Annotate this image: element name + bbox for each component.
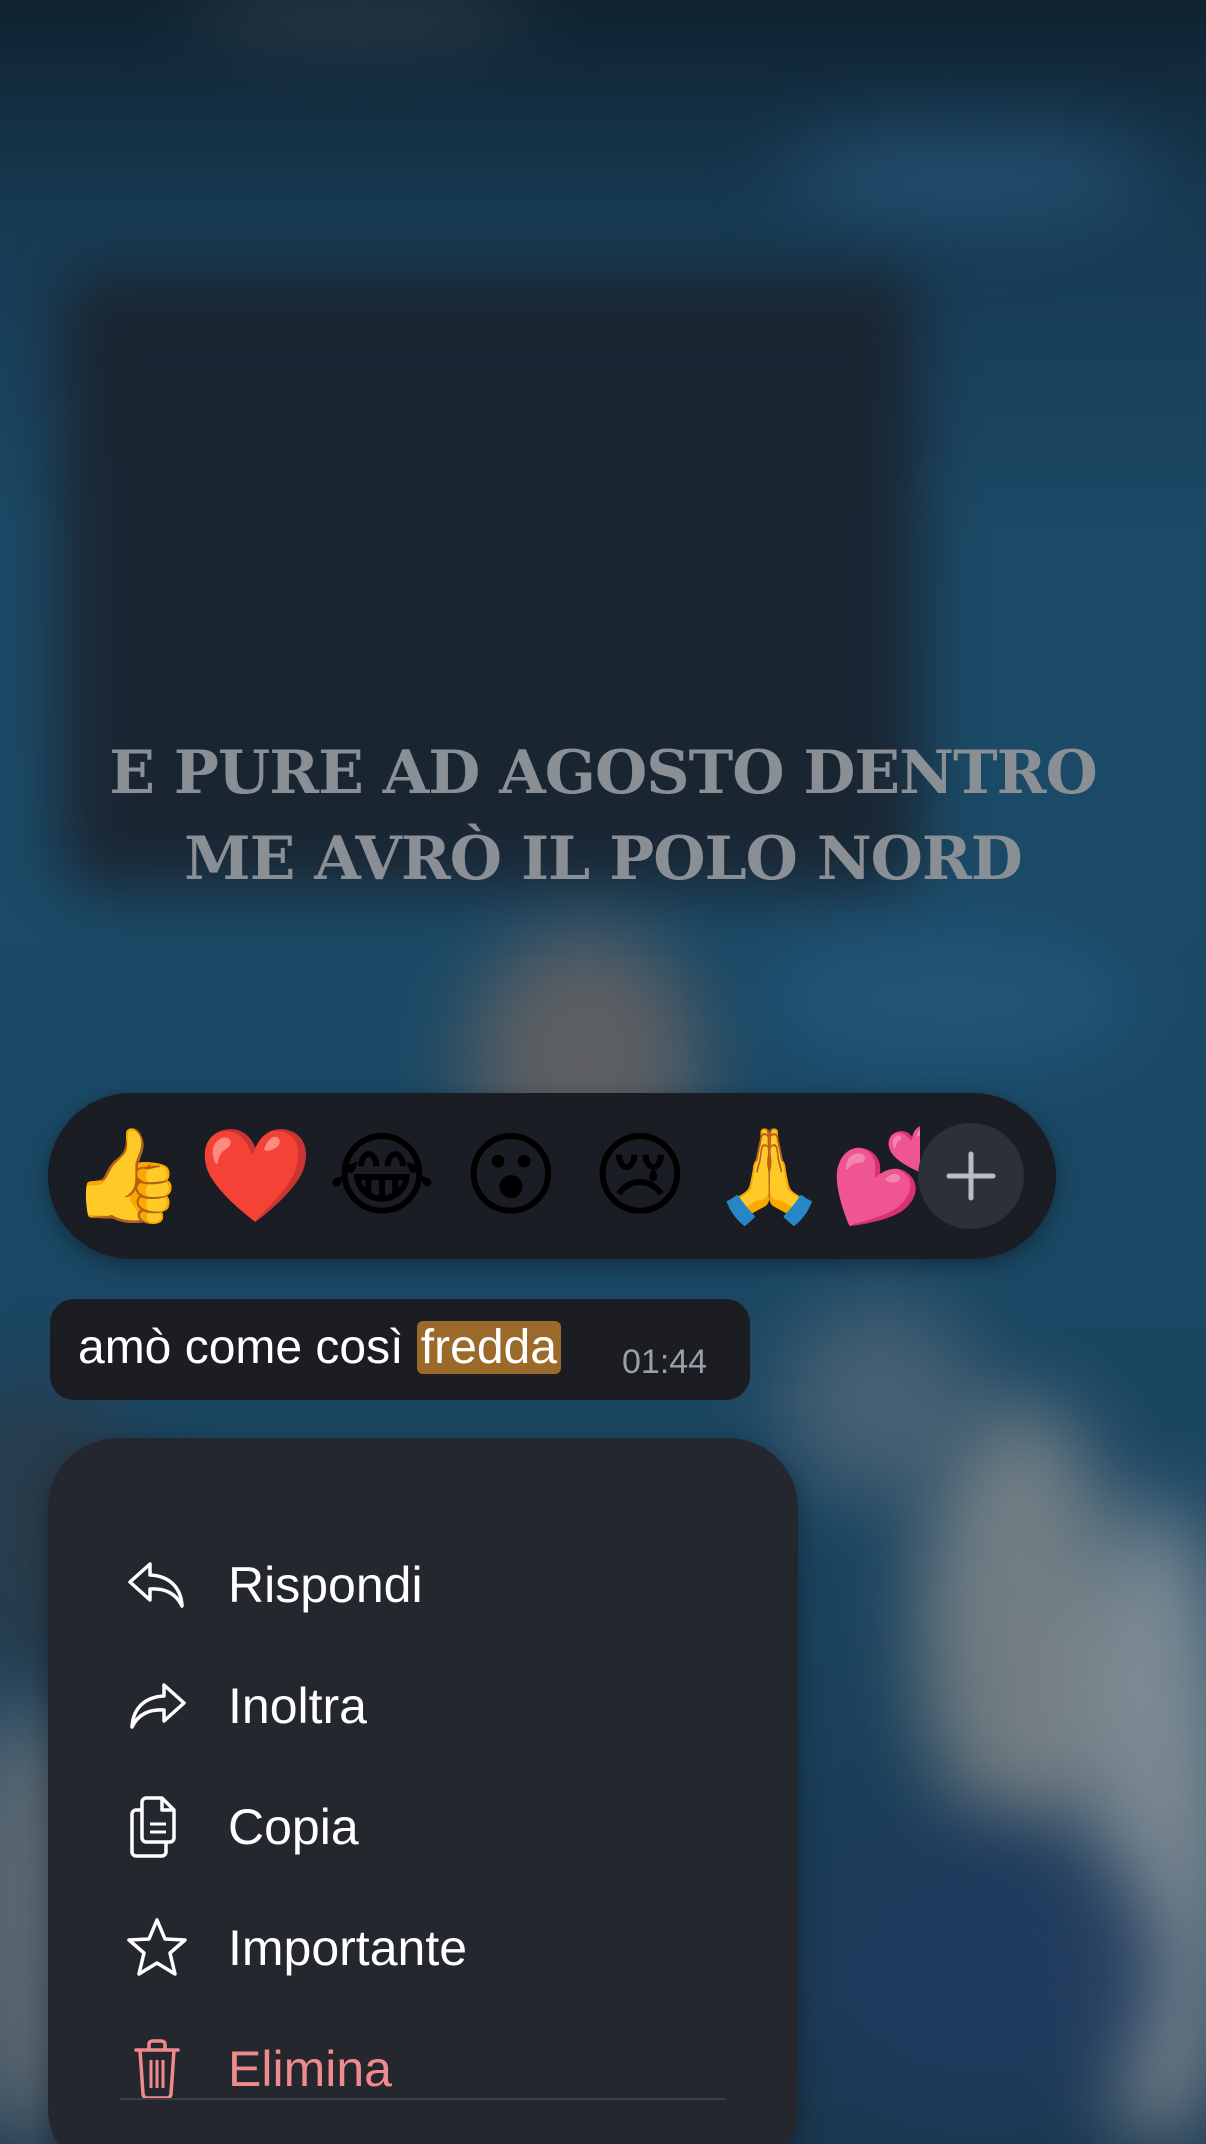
background-blur-shape (780, 130, 1160, 220)
reaction-surprised-face[interactable]: 😮 (456, 1121, 566, 1231)
background-quote: E PURE AD AGOSTO DENTRO ME AVRÒ IL POLO … (0, 730, 1206, 902)
quote-line: ME AVRÒ IL POLO NORD (184, 824, 1023, 894)
reaction-two-hearts[interactable]: 💕 (830, 1121, 920, 1231)
menu-label-copy: Copia (228, 1799, 359, 1855)
background-blur-shape (180, 0, 540, 40)
reaction-tears-of-joy[interactable]: 😂 (327, 1121, 437, 1231)
reaction-bar: 👍 ❤️ 😂 😮 😢 🙏 💕 (48, 1093, 1056, 1259)
menu-item-delete[interactable]: Elimina (48, 2014, 798, 2124)
message-text: amò come così fredda (78, 1315, 561, 1381)
more-reactions-button[interactable] (918, 1123, 1024, 1229)
background-blur-shape (760, 930, 1140, 1070)
quote-line: E PURE AD AGOSTO DENTRO (109, 738, 1098, 808)
copy-icon (130, 1796, 176, 1858)
forward-icon (130, 1683, 186, 1729)
background-blur-shape (800, 1820, 1160, 2120)
context-menu: Rispondi Inoltra Copia Importante Elimin… (48, 1438, 798, 2144)
menu-label-reply: Rispondi (228, 1557, 423, 1613)
menu-label-delete: Elimina (228, 2041, 392, 2097)
menu-item-copy[interactable]: Copia (48, 1772, 798, 1882)
reaction-folded-hands[interactable]: 🙏 (712, 1121, 827, 1231)
menu-label-important: Importante (228, 1920, 468, 1976)
message-timestamp: 01:44 (622, 1343, 708, 1381)
plus-icon (946, 1151, 996, 1201)
background-blur-shape (780, 1300, 980, 1500)
message-bubble[interactable]: amò come così fredda 01:44 (50, 1299, 750, 1400)
trash-icon (134, 2039, 180, 2100)
menu-divider (120, 2098, 725, 2100)
menu-item-forward[interactable]: Inoltra (48, 1651, 798, 1761)
star-icon (127, 1918, 187, 1976)
message-text-highlight: fredda (416, 1321, 561, 1374)
reply-icon (128, 1562, 184, 1608)
menu-label-forward: Inoltra (228, 1678, 367, 1734)
reaction-red-heart[interactable]: ❤️ (198, 1121, 313, 1231)
reaction-crying-face[interactable]: 😢 (585, 1121, 695, 1231)
menu-item-important[interactable]: Importante (48, 1893, 798, 2003)
reaction-thumbs-up[interactable]: 👍 (70, 1121, 185, 1231)
menu-item-reply[interactable]: Rispondi (48, 1530, 798, 1640)
message-text-plain: amò come così (78, 1321, 417, 1374)
